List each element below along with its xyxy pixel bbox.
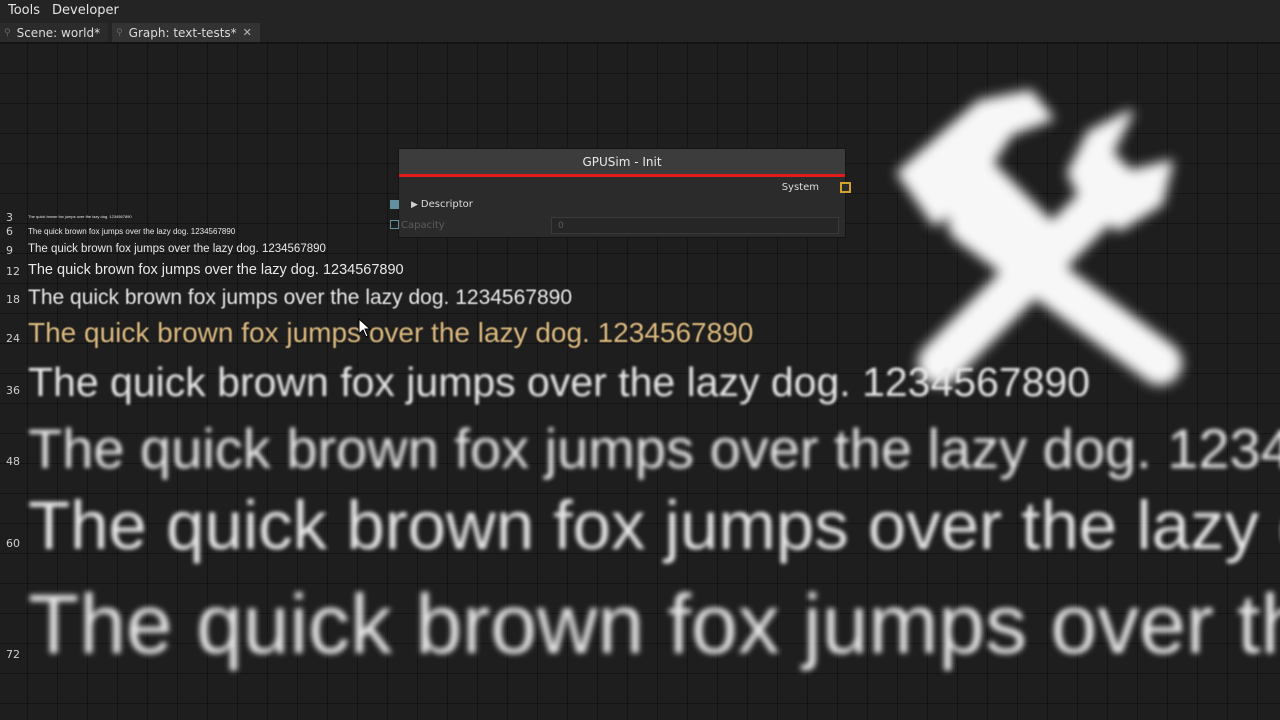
menu-developer[interactable]: Developer xyxy=(44,0,123,22)
tab-label: Scene: world* xyxy=(16,25,101,40)
font-size-label: 12 xyxy=(6,265,20,278)
font-size-label: 60 xyxy=(6,537,20,550)
text-sample: The quick brown fox jumps over the lazy … xyxy=(28,286,573,309)
node-capacity-row: Capacity 0 xyxy=(390,217,845,237)
capacity-input-port[interactable] xyxy=(390,220,399,229)
pin-icon: ⚲ xyxy=(116,27,123,38)
capacity-label: Capacity xyxy=(401,220,445,231)
text-sample: The quick brown fox jumps over the lazy … xyxy=(28,359,1091,405)
font-size-label: 36 xyxy=(6,384,20,397)
capacity-field[interactable]: 0 xyxy=(551,217,839,234)
text-sample: The quick brown fox jumps over the lazy … xyxy=(28,227,236,236)
gpusim-init-node[interactable]: GPUSim - Init System ▶ Descriptor Capacit… xyxy=(390,148,851,238)
system-port-label: System xyxy=(781,182,819,193)
text-sample: The quick brown fox jumps over the lazy … xyxy=(28,417,1280,480)
descriptor-text: Descriptor xyxy=(420,199,473,210)
text-sample-highlighted: The quick brown fox jumps over the lazy … xyxy=(28,317,754,348)
font-size-label: 3 xyxy=(6,211,13,224)
text-sample: The quick brown fox jumps over the lazy … xyxy=(28,214,132,219)
tab-graph-text-tests[interactable]: ⚲ Graph: text-tests* ✕ xyxy=(112,23,260,42)
pin-icon: ⚲ xyxy=(4,27,11,38)
system-output-port[interactable] xyxy=(840,182,851,193)
menu-bar: Tools Developer xyxy=(0,0,1280,22)
tab-bar: ⚲ Scene: world* ⚲ Graph: text-tests* ✕ xyxy=(0,22,1280,43)
font-size-label: 18 xyxy=(6,293,20,306)
descriptor-input-port[interactable] xyxy=(390,200,399,209)
descriptor-label[interactable]: ▶ Descriptor xyxy=(411,199,473,210)
font-size-label: 9 xyxy=(6,244,13,257)
close-icon[interactable]: ✕ xyxy=(243,26,252,39)
hammer-wrench-icon xyxy=(897,90,1182,385)
font-size-label: 72 xyxy=(6,648,20,661)
node-descriptor-row: ▶ Descriptor xyxy=(390,197,845,217)
graph-canvas[interactable]: GPUSim - Init System ▶ Descriptor Capacit… xyxy=(0,43,1280,720)
triangle-right-icon[interactable]: ▶ xyxy=(411,200,418,210)
node-title[interactable]: GPUSim - Init xyxy=(399,149,845,177)
text-sample: The quick brown fox jumps over the lazy … xyxy=(28,243,326,255)
font-size-label: 24 xyxy=(6,332,20,345)
tab-scene-world[interactable]: ⚲ Scene: world* xyxy=(0,23,109,42)
text-sample: The quick brown fox jumps over the lazy … xyxy=(28,577,1280,671)
font-size-label: 6 xyxy=(6,225,13,238)
node-output-row: System xyxy=(399,177,851,197)
text-sample: The quick brown fox jumps over the lazy … xyxy=(28,262,404,278)
text-sample: The quick brown fox jumps over the lazy … xyxy=(28,487,1280,564)
font-size-label: 48 xyxy=(6,455,20,468)
tab-label: Graph: text-tests* xyxy=(128,25,237,40)
mouse-pointer-icon xyxy=(358,318,372,338)
menu-tools[interactable]: Tools xyxy=(0,0,44,22)
